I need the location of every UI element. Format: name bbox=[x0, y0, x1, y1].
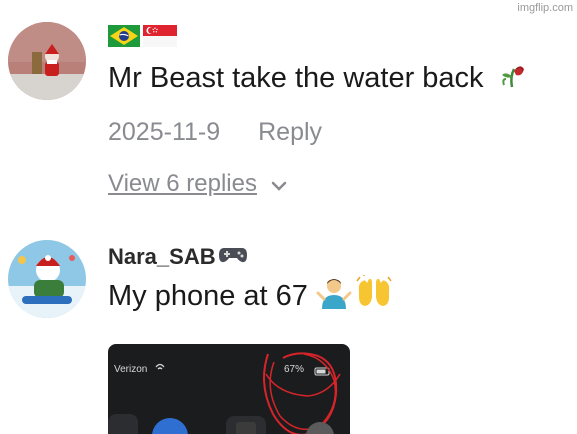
comment-date: 2025-11-9 bbox=[108, 117, 221, 146]
attachment-graphic bbox=[108, 352, 341, 434]
comment-text: Mr Beast take the water back bbox=[108, 61, 484, 94]
watermark: imgflip.com bbox=[517, 2, 573, 14]
comments-screen: imgflip.com Mr Beast take the water back… bbox=[0, 0, 577, 434]
comment-body: Nara_SAB My phone at 67 bbox=[108, 240, 568, 318]
attachment-image[interactable]: Verizon 67% bbox=[108, 344, 350, 434]
comment-text: My phone at 67 bbox=[108, 279, 308, 312]
username[interactable]: Nara_SAB bbox=[108, 244, 216, 270]
chevron-down-icon bbox=[271, 170, 287, 198]
view-replies-label: View 6 replies bbox=[108, 170, 257, 197]
game-controller-emoji-icon bbox=[218, 243, 248, 271]
raising-hands-emoji-icon bbox=[355, 274, 393, 317]
username-row bbox=[108, 22, 568, 56]
view-replies-button[interactable]: View 6 replies bbox=[108, 164, 568, 204]
comment-text-row: Mr Beast take the water back bbox=[108, 56, 568, 100]
wilted-rose-emoji-icon bbox=[492, 57, 526, 99]
comment-meta: 2025-11-9 Reply bbox=[108, 110, 568, 154]
comment-text-row: My phone at 67 bbox=[108, 274, 568, 318]
singapore-flag-icon bbox=[143, 25, 177, 53]
reply-button[interactable]: Reply bbox=[258, 118, 322, 147]
avatar[interactable] bbox=[8, 240, 86, 318]
brazil-flag-icon bbox=[108, 25, 140, 53]
person-shrugging-emoji-icon bbox=[316, 275, 352, 317]
avatar[interactable] bbox=[8, 22, 86, 100]
comment-body: Mr Beast take the water back 2025-11-9 R… bbox=[108, 22, 568, 204]
username-row: Nara_SAB bbox=[108, 240, 568, 274]
